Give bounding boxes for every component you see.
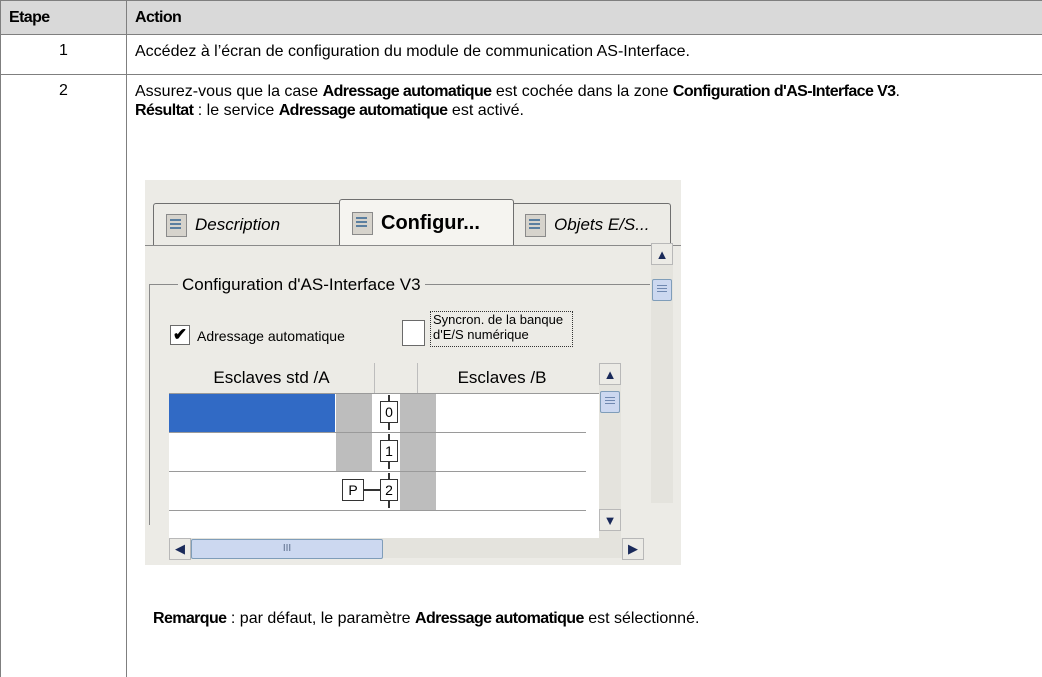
sync-label: Syncron. de la banque d'E/S numérique bbox=[430, 311, 573, 347]
grid-header: Esclaves std /A Esclaves /B bbox=[169, 363, 621, 394]
connector-line bbox=[364, 489, 380, 491]
module-icon bbox=[525, 214, 546, 237]
col-header-addr bbox=[375, 363, 418, 393]
tab-label: Configur... bbox=[381, 212, 480, 235]
module-icon bbox=[166, 214, 187, 237]
table-row[interactable]: 0 bbox=[169, 394, 586, 433]
address-label: 0 bbox=[380, 401, 398, 423]
tab-label: Objets E/S... bbox=[554, 215, 649, 235]
scroll-thumb[interactable] bbox=[600, 391, 620, 413]
module-icon bbox=[352, 212, 373, 235]
address-label: 1 bbox=[380, 440, 398, 462]
slave-a-cell[interactable] bbox=[169, 472, 335, 510]
tab-configuration[interactable]: Configur... bbox=[339, 199, 514, 246]
step-number: 1 bbox=[1, 35, 127, 75]
tab-label: Description bbox=[195, 215, 280, 235]
profile-p-marker: P bbox=[342, 479, 364, 501]
slave-a-status bbox=[336, 433, 372, 471]
config-screenshot: Description Objets E/S... Configur... ▲ … bbox=[145, 180, 681, 565]
slave-a-cell[interactable] bbox=[169, 394, 335, 432]
step-action: Accédez à l’écran de configuration du mo… bbox=[127, 35, 1042, 75]
result-text: Résultat : le service Adressage automati… bbox=[135, 101, 1034, 120]
tab-objets[interactable]: Objets E/S... bbox=[512, 203, 671, 246]
slave-b-status bbox=[400, 394, 436, 432]
scroll-thumb[interactable] bbox=[652, 279, 672, 301]
header-action: Action bbox=[127, 1, 1042, 35]
slaves-grid: Esclaves std /A Esclaves /B 0 1 P 2 ▲ ▼ bbox=[169, 363, 621, 558]
scroll-left-icon[interactable]: ◀ bbox=[169, 538, 191, 560]
scroll-thumb[interactable]: III bbox=[191, 539, 383, 559]
step-number: 2 bbox=[1, 75, 127, 677]
slave-a-cell[interactable] bbox=[169, 433, 335, 471]
scroll-up-icon[interactable]: ▲ bbox=[599, 363, 621, 385]
vertical-scrollbar[interactable]: ▲ bbox=[651, 243, 673, 503]
scroll-right-icon[interactable]: ▶ bbox=[622, 538, 644, 560]
remark-text: Remarque : par défaut, le paramètre Adre… bbox=[153, 610, 699, 628]
slave-a-status bbox=[336, 394, 372, 432]
address-label: 2 bbox=[380, 479, 398, 501]
instruction-text: Assurez-vous que la case Adressage autom… bbox=[135, 82, 1034, 101]
sync-checkbox[interactable] bbox=[402, 320, 425, 346]
scroll-down-icon[interactable]: ▼ bbox=[599, 509, 621, 531]
grid-vertical-scrollbar[interactable]: ▲ ▼ bbox=[599, 363, 621, 553]
slave-b-status bbox=[400, 472, 436, 510]
slave-b-status bbox=[400, 433, 436, 471]
table-row[interactable]: P 2 bbox=[169, 472, 586, 511]
header-etape: Etape bbox=[1, 1, 127, 35]
col-header-a: Esclaves std /A bbox=[169, 363, 375, 393]
horizontal-scrollbar[interactable]: ◀ III ▶ bbox=[169, 538, 644, 558]
tab-divider bbox=[145, 245, 681, 246]
col-header-b: Esclaves /B bbox=[418, 363, 586, 393]
scroll-up-icon[interactable]: ▲ bbox=[651, 243, 673, 265]
tab-description[interactable]: Description bbox=[153, 203, 341, 246]
table-row: 1 Accédez à l’écran de configuration du … bbox=[1, 35, 1042, 75]
auto-address-label: Adressage automatique bbox=[197, 328, 345, 344]
group-label: Configuration d'AS-Interface V3 bbox=[178, 275, 425, 295]
auto-address-checkbox[interactable]: ✔ bbox=[170, 325, 190, 345]
table-row[interactable]: 1 bbox=[169, 433, 586, 472]
table-header-row: Etape Action bbox=[1, 1, 1042, 35]
